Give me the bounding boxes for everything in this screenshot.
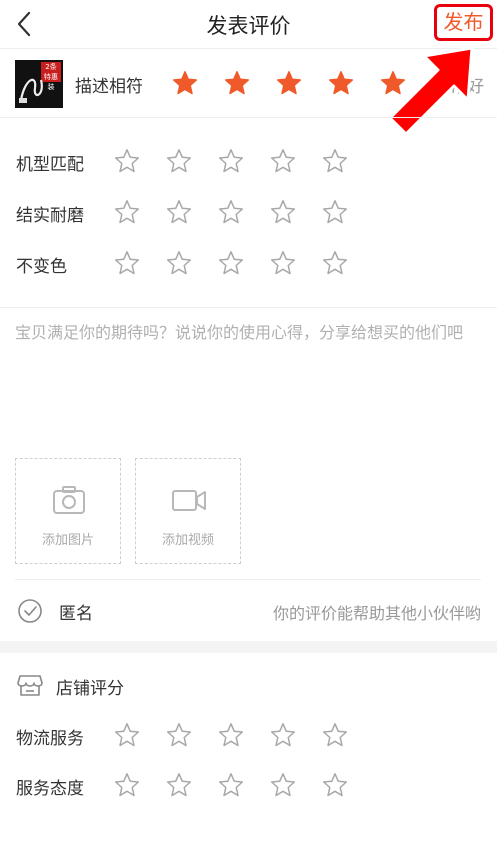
store-rating-row-label: 物流服务 (16, 729, 84, 749)
star-outline-icon[interactable] (114, 148, 140, 174)
star-outline-icon[interactable] (270, 148, 296, 174)
page-title: 发表评价 (206, 14, 291, 38)
star-outline-icon[interactable] (166, 199, 192, 225)
star-outline-icon[interactable] (270, 772, 296, 798)
anonymous-hint: 你的评价能帮助其他小伙伴哟 (272, 604, 481, 623)
cable-image (19, 78, 43, 103)
publish-button[interactable]: 发布 (434, 4, 493, 41)
star-outline-icon[interactable] (218, 199, 244, 225)
star-outline-icon[interactable] (114, 772, 140, 798)
star-outline-icon[interactable] (322, 772, 348, 798)
star-outline-icon[interactable] (218, 250, 244, 276)
anonymous-divider (15, 579, 481, 580)
star-outline-icon[interactable] (270, 199, 296, 225)
anonymous-toggle[interactable]: 匿名 (15, 597, 125, 625)
add-video-button[interactable]: 添加视频 (135, 458, 241, 564)
section-divider-1 (0, 117, 497, 118)
star-outline-icon[interactable] (166, 772, 192, 798)
rating-row-label: 结实耐磨 (16, 206, 84, 226)
anonymous-label: 匿名 (59, 604, 93, 624)
camera-icon (53, 486, 85, 514)
annotation-arrow (388, 46, 474, 136)
check-circle-icon (18, 599, 42, 623)
star-filled-icon[interactable] (276, 70, 302, 96)
star-filled-icon[interactable] (224, 70, 250, 96)
add-photo-button[interactable]: 添加图片 (15, 458, 121, 564)
product-thumbnail: 2条 特惠装 (15, 60, 63, 108)
star-outline-icon[interactable] (218, 772, 244, 798)
star-outline-icon[interactable] (270, 722, 296, 748)
star-outline-icon[interactable] (218, 722, 244, 748)
add-video-label: 添加视频 (161, 533, 214, 548)
star-outline-icon[interactable] (322, 722, 348, 748)
star-outline-icon[interactable] (166, 722, 192, 748)
star-filled-icon[interactable] (328, 70, 354, 96)
star-outline-icon[interactable] (114, 199, 140, 225)
star-outline-icon[interactable] (322, 250, 348, 276)
star-outline-icon[interactable] (322, 199, 348, 225)
section-divider-2 (0, 307, 497, 308)
store-rating-title: 店铺评分 (56, 679, 124, 699)
star-outline-icon[interactable] (114, 722, 140, 748)
star-outline-icon[interactable] (114, 250, 140, 276)
star-filled-icon[interactable] (172, 70, 198, 96)
review-textarea[interactable]: 宝贝满足你的期待吗？说说你的使用心得，分享给想买的他们吧 (15, 318, 481, 438)
star-outline-icon[interactable] (270, 250, 296, 276)
rating-row-label: 机型匹配 (16, 155, 84, 175)
video-camera-icon (172, 490, 206, 511)
description-rating-label: 描述相符 (75, 77, 143, 97)
star-outline-icon[interactable] (218, 148, 244, 174)
section-separator (0, 641, 497, 653)
star-outline-icon[interactable] (166, 250, 192, 276)
rating-row-label: 不变色 (16, 257, 67, 277)
store-rating-row-label: 服务态度 (16, 779, 84, 799)
star-outline-icon[interactable] (166, 148, 192, 174)
store-icon (17, 675, 43, 696)
add-photo-label: 添加图片 (41, 533, 94, 548)
star-outline-icon[interactable] (322, 148, 348, 174)
